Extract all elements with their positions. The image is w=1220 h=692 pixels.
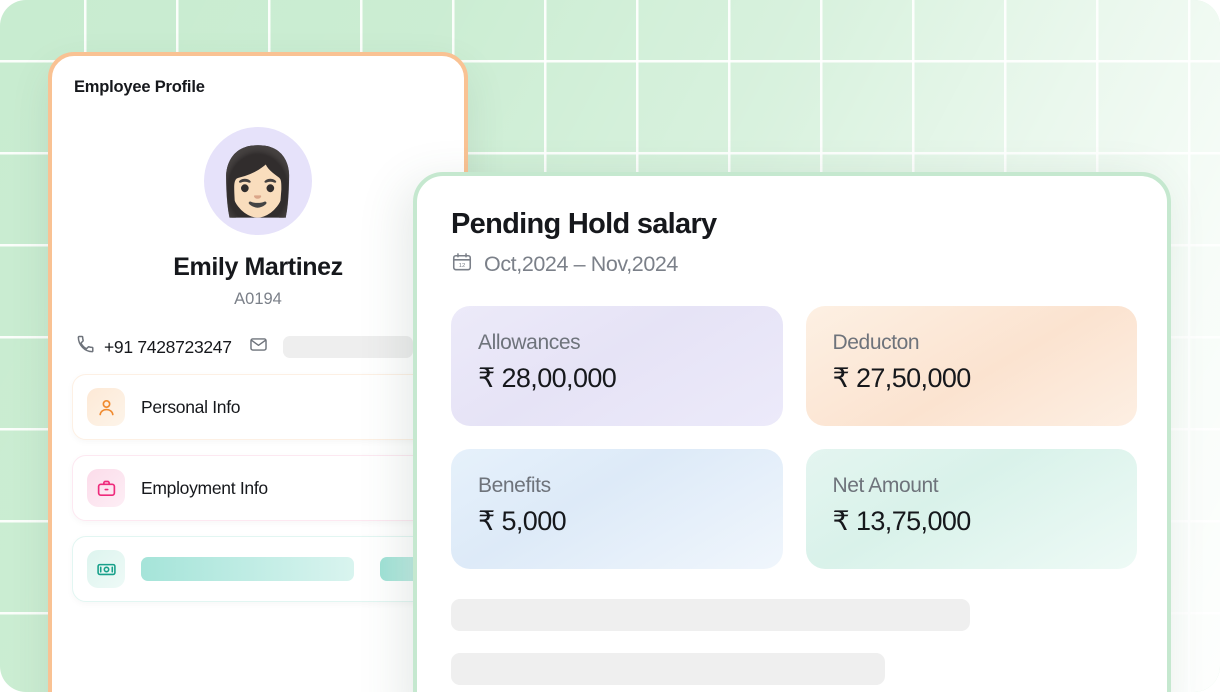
employee-profile-title: Employee Profile [74, 78, 205, 96]
page-title: Pending Hold salary [451, 208, 717, 240]
user-icon [87, 388, 125, 426]
phone-icon [76, 335, 95, 359]
avatar: 👩🏻 [204, 127, 312, 235]
employee-profile-card: Employee Profile 👩🏻 Emily Martinez A0194… [48, 52, 468, 692]
phone-number: +91 7428723247 [104, 336, 232, 357]
briefcase-icon [87, 469, 125, 507]
employee-name: Emily Martinez [173, 253, 343, 281]
email-value-placeholder [282, 336, 413, 358]
stat-tile-label: Allowances [478, 331, 581, 354]
stat-tile-benefits[interactable]: Benefits ₹ 5,000 [451, 449, 783, 569]
app-canvas: Employee Profile 👩🏻 Emily Martinez A0194… [0, 0, 1220, 692]
pending-hold-salary-card: Pending Hold salary 12 Oct,2024 – Nov,20… [413, 172, 1171, 692]
envelope-icon [249, 335, 268, 359]
content-placeholder-bar [451, 599, 970, 631]
stat-tile-deduction[interactable]: Deducton ₹ 27,50,000 [805, 306, 1137, 426]
svg-text:12: 12 [459, 263, 466, 269]
salary-summary-grid: Allowances ₹ 28,00,000 Deducton ₹ 27,50,… [451, 306, 1137, 569]
sidebar-item-label: Personal Info [141, 396, 241, 417]
stat-tile-net-amount[interactable]: Net Amount ₹ 13,75,000 [805, 449, 1137, 569]
banknote-icon [87, 550, 125, 588]
calendar-icon: 12 [451, 251, 473, 278]
stat-tile-value: ₹ 28,00,000 [478, 363, 617, 393]
date-range-text: Oct,2024 – Nov,2024 [484, 252, 678, 276]
employee-id: A0194 [234, 290, 282, 308]
salary-value-placeholder [141, 557, 355, 581]
avatar-container: 👩🏻 [72, 127, 444, 235]
sidebar-item-employment-info[interactable]: Employment Info [72, 455, 444, 521]
sidebar-item-personal-info[interactable]: Personal Info [72, 374, 444, 440]
content-placeholder-bar [451, 653, 885, 685]
sidebar-item-label: Employment Info [141, 477, 268, 498]
stat-tile-label: Net Amount [832, 474, 939, 497]
stat-tile-label: Deducton [832, 331, 920, 354]
sidebar-item-salary[interactable] [72, 536, 444, 602]
stat-tile-value: ₹ 27,50,000 [832, 363, 972, 393]
stat-tile-value: ₹ 5,000 [478, 506, 567, 536]
date-range-row[interactable]: 12 Oct,2024 – Nov,2024 [451, 251, 1137, 278]
stat-tile-allowances[interactable]: Allowances ₹ 28,00,000 [451, 306, 783, 426]
contact-row: +91 7428723247 [72, 335, 444, 359]
stat-tile-label: Benefits [478, 474, 551, 497]
stat-tile-value: ₹ 13,75,000 [832, 506, 972, 536]
